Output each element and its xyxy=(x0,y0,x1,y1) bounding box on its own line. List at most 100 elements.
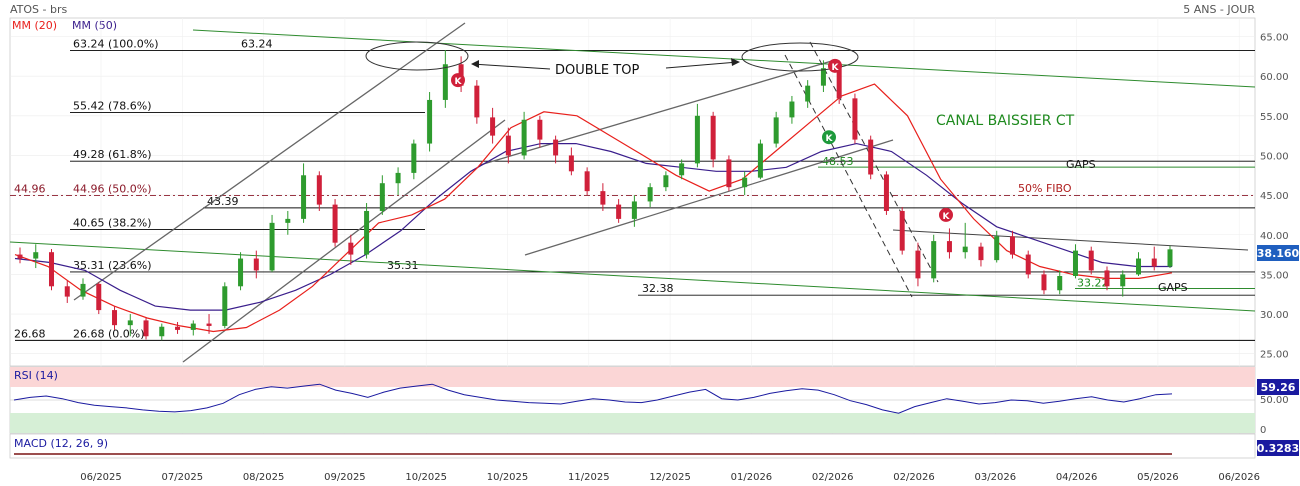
candle-body xyxy=(616,204,622,219)
canal-label: CANAL BAISSIER CT xyxy=(936,113,1075,129)
candle-body xyxy=(1135,258,1141,275)
price-tick-label: 45.00 xyxy=(1260,191,1289,202)
candle-body xyxy=(442,64,448,100)
fib-level-label: 55.42 (78.6%) xyxy=(73,99,152,112)
candle-body xyxy=(883,174,889,211)
price-tick-label: 40.00 xyxy=(1260,231,1289,242)
fibo50-label: 50% FIBO xyxy=(1018,182,1072,195)
candle-body xyxy=(852,98,858,140)
candle-body xyxy=(600,191,606,205)
date-tick-label: 02/2026 xyxy=(893,472,935,483)
candle-body xyxy=(773,117,779,144)
candle-body xyxy=(537,119,543,140)
fib-level-label: 49.28 (61.8%) xyxy=(73,148,152,161)
date-tick-label: 06/2026 xyxy=(1218,472,1260,483)
candle-body xyxy=(49,252,55,287)
candle-body xyxy=(757,143,763,178)
candle-body xyxy=(868,139,874,175)
candle-body xyxy=(474,85,480,118)
candle-body xyxy=(1120,274,1126,287)
date-tick-label: 09/2025 xyxy=(324,472,366,483)
chart-title: ATOS - brs xyxy=(10,3,67,16)
candle-body xyxy=(33,252,39,259)
candle-body xyxy=(238,258,244,287)
candle-body xyxy=(505,135,511,156)
candle-body xyxy=(379,183,385,211)
candle-body xyxy=(946,241,952,253)
candle-body xyxy=(64,286,70,297)
candle-body xyxy=(631,201,637,219)
fib-level-left-value: 44.96 xyxy=(14,182,46,195)
candle-body xyxy=(568,155,574,172)
fib-level-left-value: 26.68 xyxy=(14,327,46,340)
candle-body xyxy=(348,242,354,255)
candle-body xyxy=(490,117,496,136)
fib-level-value: 63.24 xyxy=(241,37,273,50)
last-price-value: 38.160 xyxy=(1257,247,1300,260)
candle-body xyxy=(742,177,748,188)
candle-body xyxy=(931,241,937,279)
candle-body xyxy=(1151,258,1157,267)
candle-body xyxy=(994,236,1000,261)
date-axis: 06/2025 07/2025 08/2025 09/2025 10/2025 10/20… xyxy=(80,472,1260,483)
candle-body xyxy=(553,139,559,156)
candle-body xyxy=(364,210,370,255)
price-tick-label: 25.00 xyxy=(1260,350,1289,361)
candle-body xyxy=(96,283,102,311)
price-tick-label: 65.00 xyxy=(1260,33,1289,44)
candle-body xyxy=(112,310,118,326)
signal-marker-letter: K xyxy=(832,63,840,73)
candle-body xyxy=(710,115,716,160)
fib-level-label: 63.24 (100.0%) xyxy=(73,37,159,50)
price-tick-label: 30.00 xyxy=(1260,310,1289,321)
candle-body xyxy=(820,68,826,86)
candle-body xyxy=(1167,249,1173,267)
candle-body xyxy=(647,187,653,202)
macd-label: MACD (12, 26, 9) xyxy=(14,437,108,450)
price-tick-label: 50.00 xyxy=(1260,151,1289,162)
candle-body xyxy=(962,246,968,253)
candle-body xyxy=(726,159,732,188)
candle-body xyxy=(80,283,86,297)
date-tick-label: 02/2026 xyxy=(812,472,854,483)
gaps-upper-label: GAPS xyxy=(1066,158,1096,171)
date-tick-label: 06/2025 xyxy=(80,472,122,483)
candle-body xyxy=(899,210,905,251)
rsi-tick-0: 0 xyxy=(1260,425,1266,436)
candle-body xyxy=(915,250,921,279)
candle-body xyxy=(694,115,700,164)
candle-body xyxy=(143,320,149,337)
candle-body xyxy=(332,204,338,243)
date-tick-label: 11/2025 xyxy=(568,472,610,483)
rsi-last-value: 59.26 xyxy=(1261,381,1296,394)
rsi-tick-50: 50.00 xyxy=(1260,395,1289,406)
candle-body xyxy=(17,254,23,259)
rsi-oversold-zone xyxy=(10,413,1255,433)
signal-marker-letter: K xyxy=(826,134,834,144)
fib-level-label: 44.96 (50.0%) xyxy=(73,182,152,195)
candle-body xyxy=(1104,270,1110,287)
date-tick-label: 10/2025 xyxy=(405,472,447,483)
fib-level-label: 26.68 (0.0%) xyxy=(73,327,145,340)
candle-body xyxy=(222,286,228,326)
date-tick-label: 05/2026 xyxy=(1137,472,1179,483)
candle-body xyxy=(1025,254,1031,275)
level-label-43: 43.39 xyxy=(207,195,239,208)
price-tick-label: 55.00 xyxy=(1260,112,1289,123)
rsi-label: RSI (14) xyxy=(14,369,58,382)
candle-body xyxy=(127,320,133,326)
candle-body xyxy=(679,163,685,176)
candle-body xyxy=(1057,275,1063,291)
date-tick-label: 10/2025 xyxy=(487,472,529,483)
period-label: 5 ANS - JOUR xyxy=(1183,3,1255,16)
candle-body xyxy=(789,101,795,118)
candle-body xyxy=(1009,236,1015,255)
candle-body xyxy=(316,175,322,205)
price-tick-label: 35.00 xyxy=(1260,270,1289,281)
rsi-overbought-zone xyxy=(10,367,1255,387)
signal-marker-letter: K xyxy=(943,212,951,222)
date-tick-label: 07/2025 xyxy=(162,472,204,483)
stock-chart: ATOS - brs 5 ANS - JOUR MM (20) MM (50) … xyxy=(0,0,1300,486)
candle-body xyxy=(175,326,181,330)
candle-body xyxy=(269,222,275,271)
